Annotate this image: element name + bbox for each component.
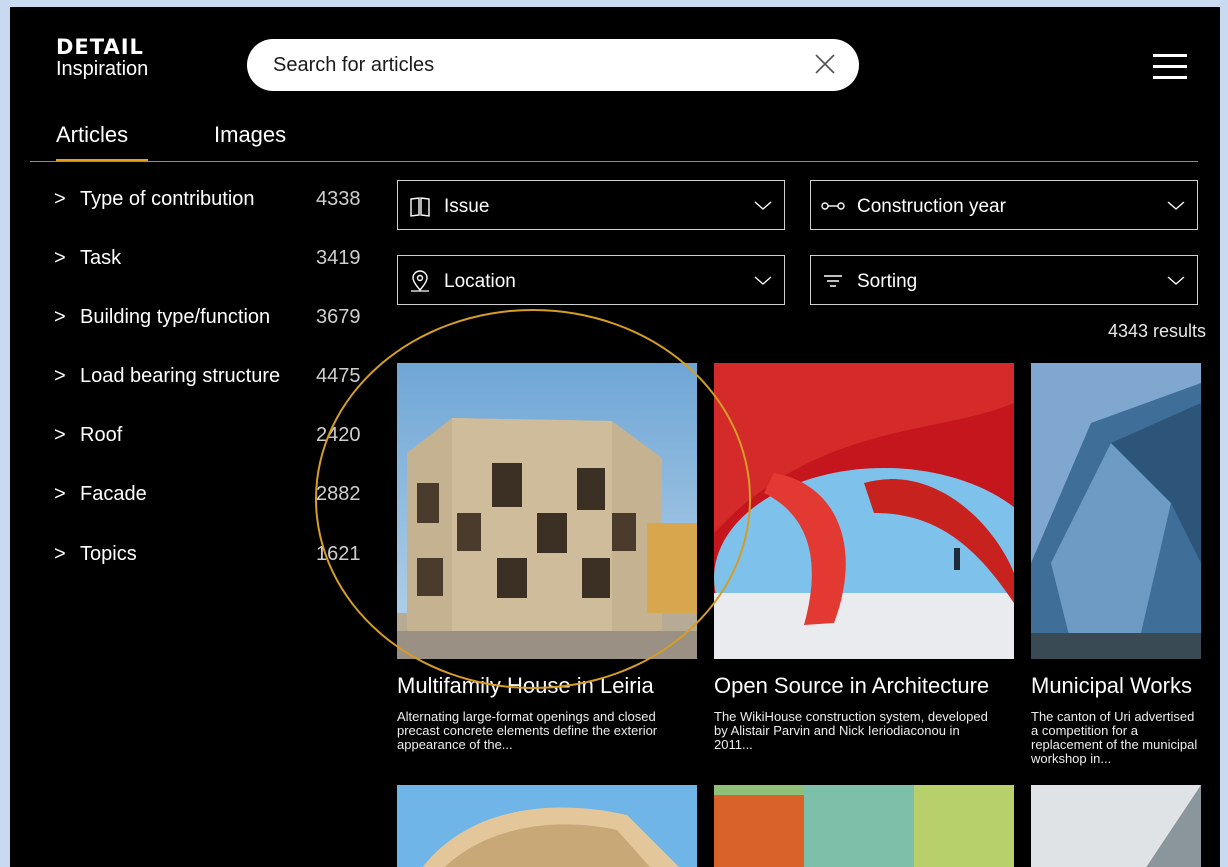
location-dropdown[interactable]: Location: [397, 255, 785, 305]
chevron-down-icon: [754, 276, 772, 285]
facet-count: 4338: [316, 188, 361, 210]
chevron-right-icon: >: [54, 247, 66, 269]
search-input[interactable]: Search for articles: [247, 39, 859, 91]
tabs-divider: [30, 161, 1198, 162]
facet-label: Roof: [80, 424, 123, 446]
facet-label: Building type/function: [80, 306, 271, 328]
tab-articles[interactable]: Articles: [56, 122, 128, 148]
issue-dropdown[interactable]: Issue: [397, 180, 785, 230]
sort-lines-icon: [824, 275, 842, 287]
facet-count: 3419: [316, 247, 361, 269]
brand-subtitle: Inspiration: [56, 58, 149, 80]
construction-year-dropdown[interactable]: Construction year: [810, 180, 1198, 230]
facet-count: 4475: [316, 365, 361, 387]
facet-load-bearing-structure[interactable]: > Load bearing structure 4475: [54, 365, 384, 395]
issue-label: Issue: [444, 196, 490, 217]
facet-count: 2882: [316, 483, 361, 505]
chevron-right-icon: >: [54, 188, 66, 210]
sorting-dropdown[interactable]: Sorting: [810, 255, 1198, 305]
chevron-down-icon: [1167, 276, 1185, 285]
article-image-multifamily-house[interactable]: [397, 363, 697, 659]
article-image-second-row[interactable]: [1031, 785, 1201, 867]
article-image-second-row[interactable]: [397, 785, 697, 867]
brand-name: DETAIL: [56, 35, 144, 59]
article-card[interactable]: Municipal Works The canton of Uri advert…: [1031, 363, 1201, 766]
tab-images[interactable]: Images: [214, 122, 286, 148]
article-description: The canton of Uri advertised a competiti…: [1031, 710, 1198, 766]
facet-facade[interactable]: > Facade 2882: [54, 483, 384, 513]
facet-building-type-function[interactable]: > Building type/function 3679: [54, 306, 384, 336]
construction-year-label: Construction year: [857, 196, 1006, 217]
results-count: 4343 results: [1107, 321, 1206, 341]
range-slider-icon: [821, 202, 845, 210]
chevron-right-icon: >: [54, 543, 66, 565]
facet-label: Facade: [80, 483, 147, 505]
article-card[interactable]: Open Source in Architecture The WikiHous…: [714, 363, 1014, 752]
chevron-down-icon: [1167, 201, 1185, 210]
chevron-right-icon: >: [54, 483, 66, 505]
article-image-open-source[interactable]: [714, 363, 1014, 659]
detail-inspiration-logo[interactable]: DETAIL Inspiration: [56, 35, 149, 80]
article-title[interactable]: Multifamily House in Leiria: [397, 673, 654, 699]
chevron-right-icon: >: [54, 365, 66, 387]
facet-topics[interactable]: > Topics 1621: [54, 543, 384, 573]
chevron-down-icon: [754, 201, 772, 210]
facet-label: Load bearing structure: [80, 365, 281, 387]
location-label: Location: [444, 271, 516, 292]
article-description: Alternating large-format openings and cl…: [397, 709, 658, 752]
search-placeholder: Search for articles: [273, 54, 435, 76]
article-card[interactable]: Multifamily House in Leiria Alternating …: [397, 363, 697, 752]
article-title[interactable]: Open Source in Architecture: [714, 673, 989, 699]
app-screen: DETAIL Inspiration Search for articles A…: [10, 7, 1220, 867]
article-title[interactable]: Municipal Works: [1031, 673, 1192, 699]
sorting-label: Sorting: [857, 271, 918, 292]
facet-count: 3679: [316, 306, 361, 328]
chevron-right-icon: >: [54, 424, 66, 446]
open-book-icon: [410, 197, 430, 217]
article-image-second-row[interactable]: [714, 785, 1014, 867]
chevron-right-icon: >: [54, 306, 66, 328]
clear-search-icon[interactable]: [813, 52, 837, 76]
facet-roof[interactable]: > Roof 2420: [54, 424, 384, 454]
facet-label: Topics: [80, 543, 137, 565]
facet-type-of-contribution[interactable]: > Type of contribution 4338: [54, 188, 384, 218]
article-description: The WikiHouse construction system, devel…: [714, 709, 988, 752]
facet-task[interactable]: > Task 3419: [54, 247, 384, 277]
location-pin-icon: [411, 270, 429, 292]
facet-count: 2420: [316, 424, 361, 446]
article-image-municipal-works[interactable]: [1031, 363, 1201, 659]
facet-label: Type of contribution: [80, 188, 255, 210]
facet-count: 1621: [316, 543, 361, 565]
hamburger-menu-icon[interactable]: [1153, 54, 1189, 80]
facet-label: Task: [80, 247, 122, 269]
